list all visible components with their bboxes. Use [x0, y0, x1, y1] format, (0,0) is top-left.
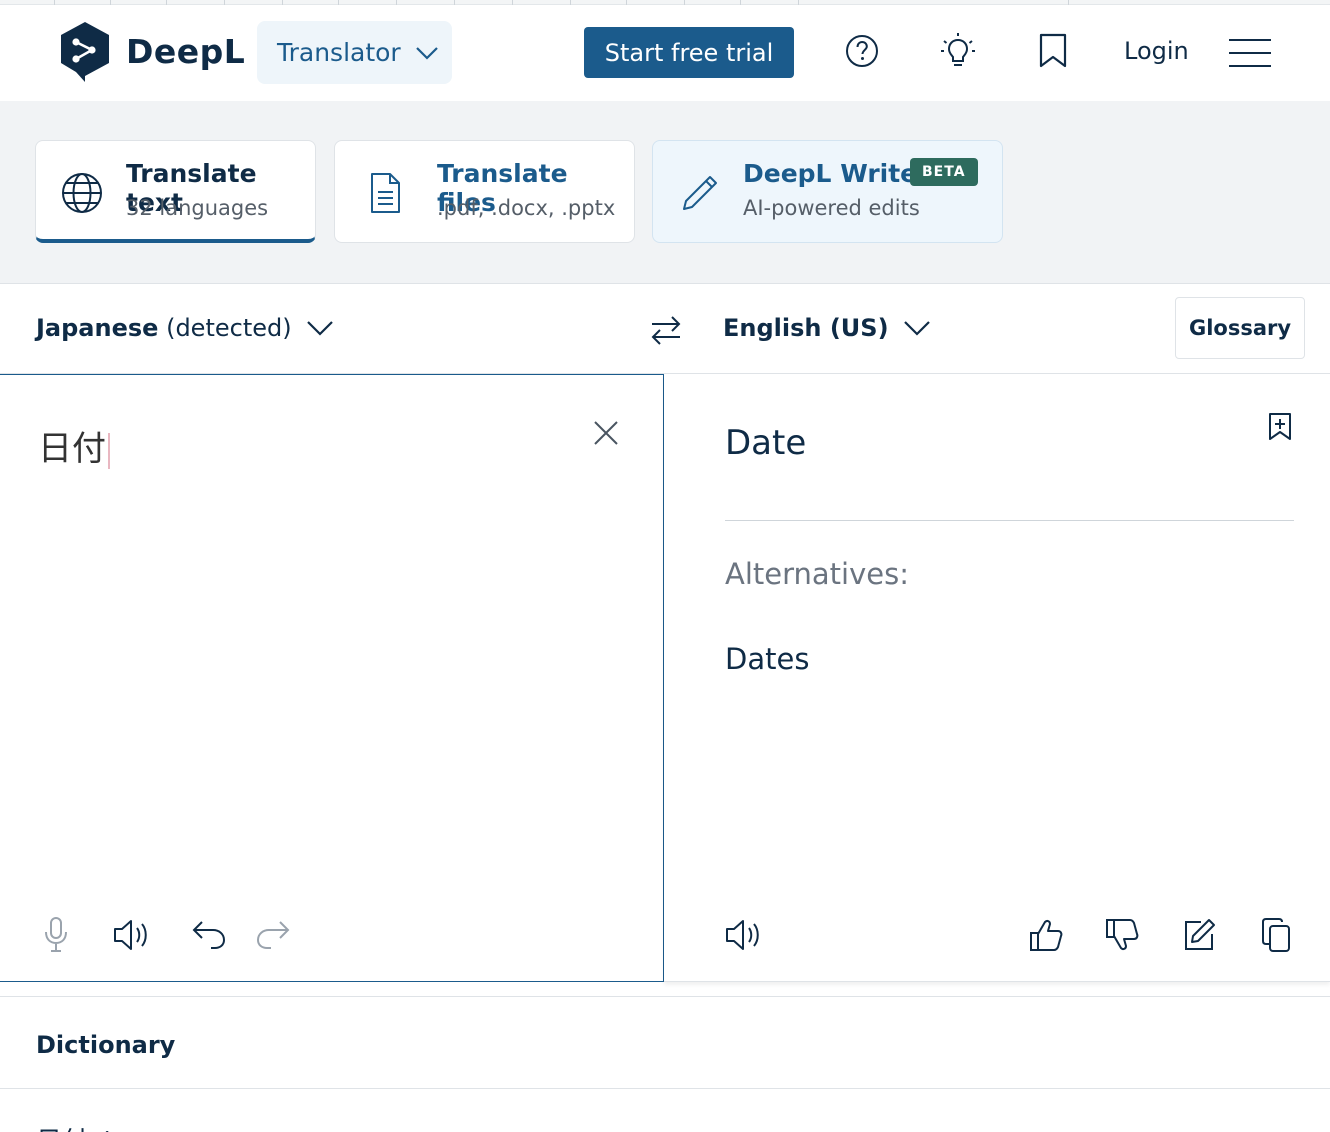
target-toolbar — [664, 915, 1330, 955]
translation-result[interactable]: Date — [725, 423, 806, 463]
dictionary-title: Dictionary — [36, 1031, 176, 1059]
tool-subtitle: 32 languages — [126, 196, 269, 220]
translate-text-tab[interactable]: Translate text 32 languages — [35, 140, 316, 243]
beta-badge: BETA — [910, 158, 978, 186]
tool-subtitle: AI-powered edits — [743, 196, 920, 220]
bookmark-icon[interactable] — [1033, 31, 1073, 71]
chevron-down-icon — [415, 46, 438, 60]
hamburger-menu-icon[interactable] — [1229, 39, 1271, 69]
swap-languages-icon[interactable] — [646, 310, 686, 350]
target-language-name: English (US) — [723, 314, 889, 342]
speaker-icon[interactable] — [112, 915, 152, 955]
edit-icon[interactable] — [1179, 915, 1219, 955]
deepl-logo-icon[interactable] — [58, 20, 112, 84]
globe-icon — [60, 171, 104, 215]
dictionary-entry[interactable]: 日付 ⌃ — [36, 1121, 118, 1132]
copy-icon[interactable] — [1256, 915, 1296, 955]
login-link[interactable]: Login — [1124, 37, 1189, 65]
alternatives-label: Alternatives: — [725, 557, 909, 591]
text-caret — [108, 432, 110, 469]
redo-icon[interactable] — [253, 915, 293, 955]
brand-name[interactable]: DeepL — [126, 32, 245, 71]
language-bar: Japanese (detected) English (US) Glossar… — [0, 284, 1330, 374]
undo-icon[interactable] — [189, 915, 229, 955]
start-free-trial-button[interactable]: Start free trial — [584, 27, 794, 78]
microphone-icon[interactable] — [36, 915, 76, 955]
chevron-down-icon — [306, 321, 333, 336]
tool-title: DeepL Write — [743, 159, 918, 188]
tool-subtitle: .pdf, .docx, .pptx — [437, 196, 616, 220]
source-text-input[interactable]: 日付 — [38, 421, 110, 470]
bookmark-add-icon[interactable] — [1267, 412, 1293, 442]
thumbs-up-icon[interactable] — [1026, 915, 1066, 955]
speaker-icon[interactable] — [724, 915, 764, 955]
deepl-write-tab[interactable]: DeepL Write BETA AI-powered edits — [652, 140, 1003, 243]
lightbulb-icon[interactable] — [938, 31, 978, 71]
source-text-area[interactable]: 日付 — [0, 374, 664, 982]
divider — [725, 520, 1294, 521]
target-text-area: Date Alternatives: Dates — [664, 374, 1330, 982]
translator-dropdown[interactable]: Translator — [257, 21, 452, 84]
pencil-icon — [677, 171, 721, 215]
source-language-name: Japanese — [36, 314, 159, 342]
close-icon[interactable] — [592, 419, 620, 447]
help-icon[interactable] — [842, 31, 882, 71]
target-language-selector[interactable]: English (US) — [723, 314, 931, 342]
source-language-selector[interactable]: Japanese (detected) — [36, 314, 334, 342]
glossary-button[interactable]: Glossary — [1175, 297, 1305, 359]
translator-label: Translator — [277, 38, 401, 67]
divider — [0, 1088, 1330, 1089]
thumbs-down-icon[interactable] — [1102, 915, 1142, 955]
source-language-suffix: (detected) — [166, 314, 292, 342]
dictionary-section: Dictionary 日付 ⌃ — [0, 996, 1330, 1132]
translate-files-tab[interactable]: Translate files .pdf, .docx, .pptx — [334, 140, 635, 243]
chevron-down-icon — [903, 321, 930, 336]
top-header: DeepL Translator Start free trial Login — [0, 5, 1330, 101]
tool-selector: Translate text 32 languages Translate fi… — [0, 101, 1330, 284]
alternative-translation[interactable]: Dates — [725, 642, 809, 676]
source-text-value: 日付 — [38, 429, 106, 469]
document-icon — [365, 171, 409, 215]
